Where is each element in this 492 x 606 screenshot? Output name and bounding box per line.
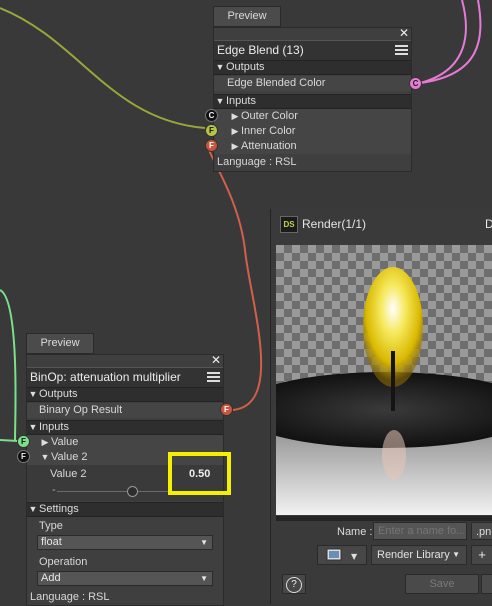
value2-slider-handle[interactable] xyxy=(127,486,138,497)
render-window[interactable]: DS Render(1/1) D Name: Enter a name fo.… xyxy=(270,209,492,604)
inputs-label: Inputs xyxy=(226,95,256,107)
triangle-down-icon: ▼ xyxy=(351,552,358,561)
image-options-button[interactable]: ▼ xyxy=(317,545,367,565)
input-label: Value xyxy=(51,436,79,448)
extension-dropdown[interactable]: .pn xyxy=(471,522,492,540)
wire-yellow xyxy=(0,7,206,129)
operation-label: Operation xyxy=(39,556,88,568)
ds-logo-icon: DS xyxy=(280,216,298,233)
output-port-result[interactable]: F xyxy=(220,403,233,416)
settings-label: Settings xyxy=(39,503,79,515)
input-port-value2[interactable]: F xyxy=(17,450,30,463)
operation-dropdown[interactable]: Add ▼ xyxy=(37,571,213,586)
settings-section[interactable]: ▼ Settings xyxy=(27,502,223,517)
input-label: Outer Color xyxy=(241,110,298,122)
wire-green-tail xyxy=(0,439,19,442)
output-row[interactable]: Binary Op Result xyxy=(27,403,223,418)
output-item-label: Edge Blended Color xyxy=(227,77,326,89)
input-port-inner-color[interactable]: F xyxy=(205,124,218,137)
output-item-label: Binary Op Result xyxy=(39,404,123,416)
input-label: Attenuation xyxy=(241,140,297,152)
render-image xyxy=(276,245,492,515)
input-label: Inner Color xyxy=(241,125,296,137)
output-port-color[interactable]: C xyxy=(409,77,422,90)
save-button[interactable]: Save xyxy=(405,574,479,594)
edge-blend-node[interactable]: ✕ Edge Blend (13) ▼ Outputs Edge Blended … xyxy=(213,26,412,172)
render-title: Render(1/1) xyxy=(302,217,367,231)
node-title-text: Edge Blend (13) xyxy=(217,43,304,57)
close-icon[interactable]: ✕ xyxy=(211,353,221,367)
output-row[interactable]: Edge Blended Color xyxy=(214,76,411,91)
input-row-value[interactable]: ▶ Value xyxy=(27,435,223,450)
triangle-down-icon: ▼ xyxy=(40,452,50,462)
input-row-attenuation[interactable]: ▶ Attenuation xyxy=(214,139,411,154)
render-titlebar[interactable]: DS Render(1/1) D xyxy=(271,209,492,239)
add-button[interactable]: + xyxy=(471,545,492,565)
menu-icon[interactable] xyxy=(207,372,220,383)
binop-preview-button[interactable]: Preview xyxy=(26,333,94,354)
edge-blend-title: Edge Blend (13) xyxy=(214,40,411,61)
input-port-value[interactable]: F xyxy=(17,435,30,448)
input-label: Value 2 xyxy=(51,451,88,463)
outputs-section[interactable]: ▼ Outputs xyxy=(27,387,223,402)
help-button[interactable]: ? xyxy=(282,574,306,594)
menu-icon[interactable] xyxy=(395,45,408,56)
help-icon: ? xyxy=(286,577,302,593)
type-label: Type xyxy=(39,520,63,532)
minus-icon[interactable]: - xyxy=(52,484,56,496)
triangle-right-icon: ▶ xyxy=(231,111,239,121)
name-label: Name : xyxy=(337,526,373,538)
edge-blend-preview-button[interactable]: Preview xyxy=(213,6,281,27)
triangle-down-icon: ▼ xyxy=(200,574,208,583)
triangle-down-icon: ▼ xyxy=(28,422,38,432)
type-value: float xyxy=(41,536,62,548)
outputs-label: Outputs xyxy=(39,388,78,400)
triangle-down-icon: ▼ xyxy=(452,550,460,559)
triangle-down-icon: ▼ xyxy=(28,389,38,399)
name-input[interactable] xyxy=(373,522,467,540)
input-row-outer-color[interactable]: ▶ Outer Color xyxy=(214,109,411,124)
wire-pink-2 xyxy=(419,0,482,84)
inputs-label: Inputs xyxy=(39,421,69,433)
picture-icon xyxy=(326,548,342,561)
secondary-button[interactable] xyxy=(481,574,492,594)
triangle-right-icon: ▶ xyxy=(41,437,49,447)
input-port-outer-color[interactable]: C xyxy=(205,109,218,122)
triangle-down-icon: ▼ xyxy=(28,504,38,514)
outputs-section[interactable]: ▼ Outputs xyxy=(214,60,411,75)
horizontal-scrollbar[interactable] xyxy=(276,516,492,521)
triangle-right-icon: ▶ xyxy=(231,126,239,136)
operation-value: Add xyxy=(41,572,61,584)
close-icon[interactable]: ✕ xyxy=(399,26,409,40)
triangle-down-icon: ▼ xyxy=(200,538,208,547)
triangle-down-icon: ▼ xyxy=(215,62,225,72)
triangle-right-icon: ▶ xyxy=(231,141,239,151)
render-canvas[interactable] xyxy=(276,245,492,515)
input-row-inner-color[interactable]: ▶ Inner Color xyxy=(214,124,411,139)
triangle-down-icon: ▼ xyxy=(215,96,225,106)
render-library-label: Render Library xyxy=(377,549,450,561)
render-title-clipped: D xyxy=(485,217,492,231)
type-dropdown[interactable]: float ▼ xyxy=(37,535,213,550)
inputs-section[interactable]: ▼ Inputs xyxy=(214,94,411,109)
node-title-text: BinOp: attenuation multiplier xyxy=(30,370,181,384)
inputs-section[interactable]: ▼ Inputs xyxy=(27,420,223,435)
binop-title: BinOp: attenuation multiplier xyxy=(27,367,223,388)
language-label: Language : RSL xyxy=(30,591,110,603)
render-library-dropdown[interactable]: Render Library ▼ xyxy=(371,545,467,565)
language-label: Language : RSL xyxy=(217,156,297,168)
highlight-box xyxy=(168,452,231,495)
wire-green xyxy=(0,289,17,441)
input-port-attenuation[interactable]: F xyxy=(205,139,218,152)
outputs-label: Outputs xyxy=(226,61,265,73)
value2-field-label: Value 2 xyxy=(50,468,87,480)
